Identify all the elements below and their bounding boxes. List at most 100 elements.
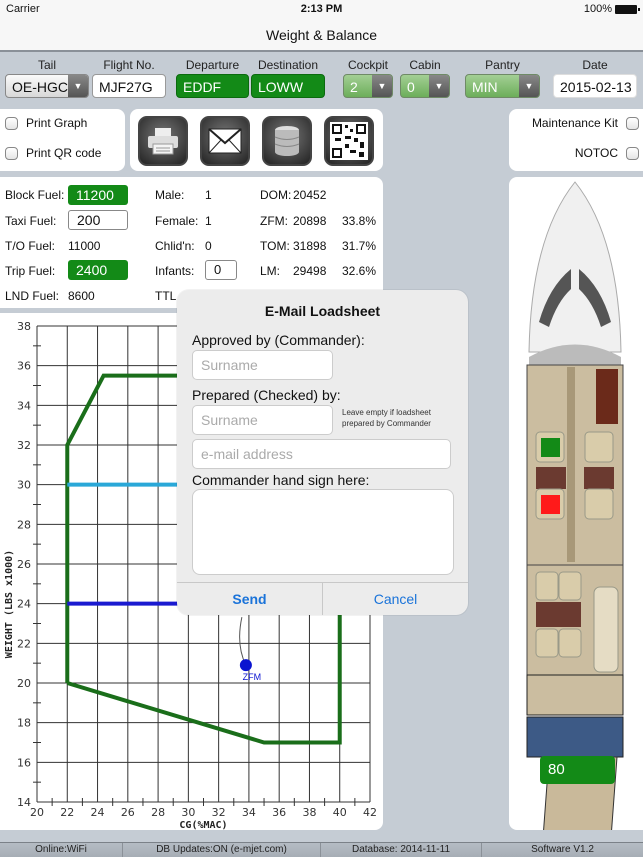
cabin-field: Cabin 0 ▼ (400, 58, 450, 98)
tom-percent: 31.7% (342, 239, 377, 253)
marker-label: ZFM (243, 672, 262, 682)
departure-input[interactable]: EDDF (176, 74, 249, 98)
x-tick-label: 40 (333, 806, 347, 819)
x-tick-label: 20 (30, 806, 44, 819)
block-fuel-input[interactable]: 11200 (68, 185, 128, 205)
y-tick-label: 28 (17, 518, 31, 531)
seat[interactable] (584, 431, 614, 463)
db-updates-status: DB Updates:ON (e-mjet.com) (123, 843, 321, 857)
pantry-label: Pantry (485, 58, 520, 72)
seat[interactable] (558, 628, 582, 658)
tail-value: OE-HGC (12, 79, 68, 95)
x-tick-label: 22 (60, 806, 74, 819)
flight-field: Flight No. MJF27G (92, 58, 166, 98)
checkbox-icon[interactable] (5, 116, 18, 130)
printer-icon (148, 128, 178, 155)
destination-input[interactable]: LOWW (251, 74, 325, 98)
cockpit-label: Cockpit (347, 58, 388, 72)
y-tick-label: 38 (17, 320, 31, 333)
x-axis-label: CG(%MAC) (179, 820, 227, 830)
trip-fuel-label: Trip Fuel: (5, 264, 56, 278)
lavatory (526, 674, 624, 716)
tail-select[interactable]: OE-HGC ▼ (5, 74, 89, 98)
y-tick-label: 24 (17, 598, 31, 611)
zfm-value: 20898 (293, 214, 327, 228)
cancel-button[interactable]: Cancel (322, 583, 468, 615)
checkbox-icon[interactable] (5, 146, 18, 160)
x-tick-label: 32 (212, 806, 226, 819)
baggage-compartment (526, 716, 624, 758)
x-tick-label: 24 (91, 806, 105, 819)
y-axis-label: WEIGHT (LBS x1000) (4, 550, 15, 658)
y-tick-label: 32 (17, 439, 31, 452)
print-graph-option[interactable]: Print Graph (5, 116, 87, 130)
x-tick-label: 38 (302, 806, 316, 819)
x-tick-label: 30 (181, 806, 195, 819)
infants-label: Infants: (155, 264, 195, 278)
seat[interactable] (584, 488, 614, 520)
print-qr-label: Print QR code (26, 146, 102, 160)
male-value: 1 (205, 188, 212, 202)
cargo-weight-input[interactable]: 80 (540, 756, 615, 784)
seat[interactable] (535, 628, 559, 658)
y-tick-label: 18 (17, 717, 31, 730)
lm-value: 29498 (293, 264, 327, 278)
female-value: 1 (205, 214, 212, 228)
cabin-select[interactable]: 0 ▼ (400, 74, 450, 98)
prepared-by-input[interactable]: Surname (192, 405, 333, 435)
maintenance-kit-option[interactable]: Maintenance Kit (532, 116, 639, 130)
marker-leader-line (239, 617, 247, 666)
table (536, 602, 581, 627)
dom-value: 20452 (293, 188, 327, 202)
signature-pad[interactable] (192, 489, 454, 575)
zfm-label: ZFM: (260, 214, 288, 228)
infants-input[interactable]: 0 (205, 260, 237, 280)
checkbox-icon[interactable] (626, 146, 639, 160)
print-button[interactable] (138, 116, 188, 166)
qr-code-icon (330, 122, 368, 160)
trip-fuel-input[interactable]: 2400 (68, 260, 128, 280)
print-qr-option[interactable]: Print QR code (5, 146, 101, 160)
to-fuel-label: T/O Fuel: (5, 239, 56, 253)
cockpit-select[interactable]: 2 ▼ (343, 74, 393, 98)
send-button[interactable]: Send (177, 583, 322, 615)
y-tick-label: 26 (17, 558, 31, 571)
cabin-layout-panel: 80 (509, 177, 643, 857)
y-tick-label: 22 (17, 637, 31, 650)
y-tick-label: 20 (17, 677, 31, 690)
hint-line-2: prepared by Commander (342, 419, 431, 428)
y-tick-label: 30 (17, 479, 31, 492)
cabin-label: Cabin (409, 58, 441, 72)
date-label: Date (582, 58, 608, 72)
date-input[interactable]: 2015-02-13 (553, 74, 637, 98)
y-tick-label: 16 (17, 756, 31, 769)
database-button[interactable] (262, 116, 312, 166)
x-tick-label: 26 (121, 806, 135, 819)
qr-button[interactable] (324, 116, 374, 166)
taxi-fuel-input[interactable]: 200 (68, 210, 128, 230)
seat-occupied-red[interactable] (541, 495, 560, 514)
seat[interactable] (558, 571, 582, 601)
divan[interactable] (593, 586, 619, 673)
children-label: Chlid'n: (155, 239, 195, 253)
notoc-option[interactable]: NOTOC (575, 146, 639, 160)
destination-field: Destination LOWW (251, 58, 325, 98)
chevron-down-icon: ▼ (429, 75, 449, 97)
to-fuel-value: 11000 (68, 239, 101, 253)
seat-occupied-green[interactable] (541, 438, 560, 457)
date-field: Date 2015-02-13 (553, 58, 637, 98)
approved-by-label: Approved by (Commander): (192, 332, 365, 348)
table (584, 467, 614, 489)
email-input[interactable]: e-mail address (192, 439, 451, 469)
dom-label: DOM: (260, 188, 292, 202)
checkbox-icon[interactable] (626, 116, 639, 130)
flight-input[interactable]: MJF27G (92, 74, 166, 98)
destination-label: Destination (257, 58, 319, 72)
x-tick-label: 34 (242, 806, 256, 819)
seat[interactable] (535, 571, 559, 601)
female-label: Female: (155, 214, 199, 228)
pantry-select[interactable]: MIN ▼ (465, 74, 540, 98)
email-button[interactable] (200, 116, 250, 166)
x-tick-label: 28 (151, 806, 165, 819)
approved-by-input[interactable]: Surname (192, 350, 333, 380)
